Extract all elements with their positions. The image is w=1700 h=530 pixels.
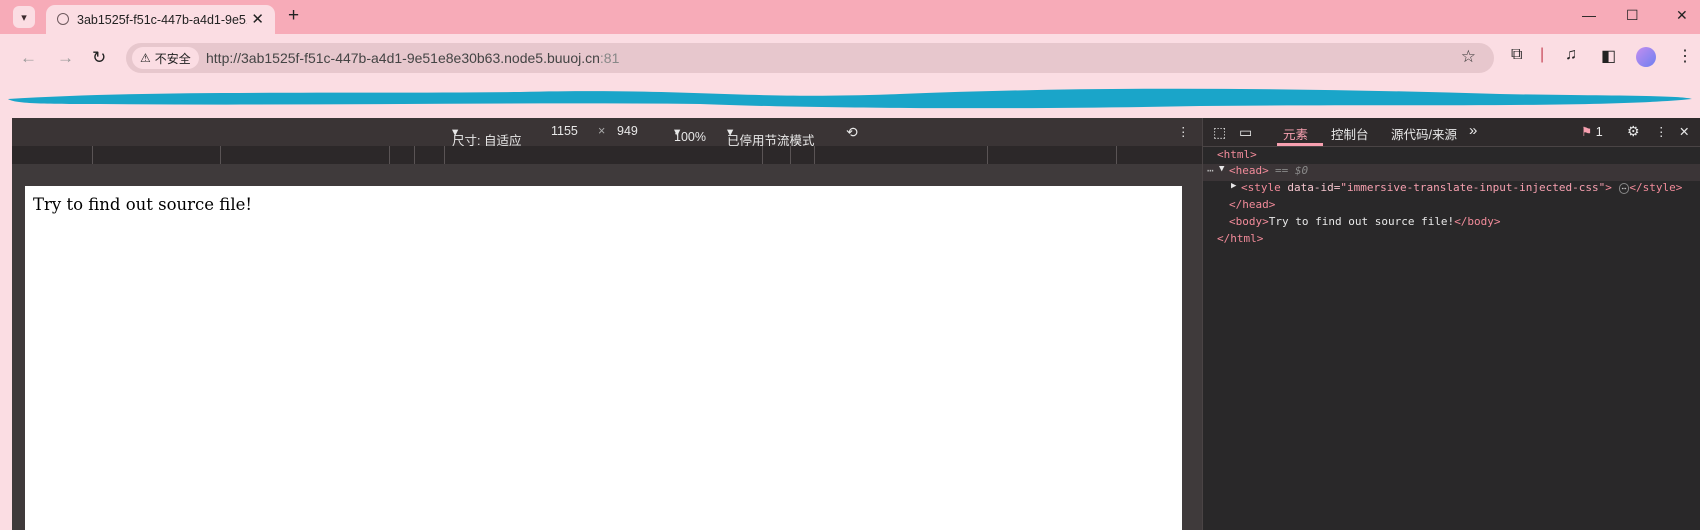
tab-strip: ▾ 3ab1525f-f51c-447b-a4d1-9e51e8e30b63.n… — [0, 0, 1700, 34]
profile-avatar[interactable] — [1636, 47, 1656, 67]
style-attr-name: data-id — [1287, 181, 1334, 194]
tab-title: 3ab1525f-f51c-447b-a4d1-9e51e8e30b63.nod… — [77, 13, 247, 27]
page-viewport: Try to find out source file! — [25, 186, 1182, 530]
expand-triangle-icon[interactable]: ▼ — [1219, 164, 1224, 174]
reload-icon[interactable]: ↻ — [92, 48, 106, 68]
divider: | — [1540, 46, 1545, 63]
active-tab-indicator — [1277, 143, 1323, 146]
selected-marker: == $0 — [1275, 164, 1309, 177]
dom-node-html-close[interactable]: </html> — [1203, 232, 1700, 249]
star-icon[interactable]: ☆ — [1461, 47, 1476, 67]
tab-list-icon[interactable]: ▾ — [13, 6, 35, 28]
url-text[interactable]: http://3ab1525f-f51c-447b-a4d1-9e51e8e30… — [206, 50, 619, 66]
minimize-icon[interactable]: — — [1582, 7, 1596, 23]
globe-icon — [57, 13, 69, 25]
height-input[interactable]: 949 — [617, 124, 638, 138]
rotate-icon[interactable]: ⟲ — [846, 124, 858, 141]
devtools-panel: ⬚ ▭ 元素 控制台 源代码/来源 » ⚑ 1 ⚙ ⋮ ✕ <html> ⋯ ▼… — [1202, 118, 1700, 530]
collapse-triangle-icon[interactable]: ▶ — [1231, 181, 1236, 191]
body-open-tag: <body> — [1229, 215, 1269, 228]
page-body-text: Try to find out source file! — [33, 195, 252, 214]
close-icon[interactable]: ✕ — [251, 10, 264, 28]
issues-count: 1 — [1595, 125, 1603, 139]
issues-icon[interactable]: ⚑ 1 — [1581, 124, 1603, 139]
settings-icon[interactable]: ⚙ — [1627, 123, 1640, 140]
head-open-tag: <head> — [1229, 164, 1269, 177]
tab-console[interactable]: 控制台 — [1331, 124, 1369, 143]
inspect-icon[interactable]: ⬚ — [1213, 124, 1226, 141]
more-tabs-icon[interactable]: » — [1469, 122, 1477, 139]
tab-sources[interactable]: 源代码/来源 — [1391, 124, 1457, 143]
url-main: http://3ab1525f-f51c-447b-a4d1-9e51e8e30… — [206, 50, 600, 66]
window-close-icon[interactable]: ✕ — [1676, 7, 1688, 24]
back-icon[interactable]: ← — [20, 48, 37, 68]
dimensions-dropdown[interactable]: 尺寸: 自适应 ▾ — [452, 124, 521, 148]
media-icon[interactable]: ♫ — [1565, 46, 1577, 64]
zoom-dropdown[interactable]: 100% ▾ — [674, 124, 706, 144]
dom-node-head-close[interactable]: </head> — [1203, 198, 1700, 215]
ellipsis-icon[interactable]: ⋯ — [1618, 183, 1630, 194]
address-bar[interactable]: ⚠ 不安全 http://3ab1525f-f51c-447b-a4d1-9e5… — [126, 43, 1494, 73]
dom-node-html[interactable]: <html> — [1203, 148, 1700, 165]
menu-icon[interactable]: ⋮ — [1677, 46, 1693, 66]
url-port: :81 — [599, 50, 620, 66]
throttle-dropdown[interactable]: 已停用节流模式 ▾ — [727, 124, 815, 148]
width-input[interactable]: 1155 — [551, 124, 578, 138]
security-chip[interactable]: ⚠ 不安全 — [132, 47, 199, 69]
tab-elements[interactable]: 元素 — [1283, 124, 1308, 143]
forward-icon[interactable]: → — [57, 48, 74, 68]
media-query-ruler — [12, 146, 1202, 164]
dom-node-body[interactable]: <body>Try to find out source file!</body… — [1203, 215, 1700, 232]
html-close-tag: </html> — [1217, 232, 1264, 245]
body-text-node: Try to find out source file! — [1268, 215, 1455, 228]
device-more-icon[interactable]: ⋮ — [1177, 124, 1190, 139]
browser-toolbar: ← → ↻ ⚠ 不安全 http://3ab1525f-f51c-447b-a4… — [0, 34, 1700, 84]
times-sign: × — [598, 124, 606, 138]
style-close-tag: </style> — [1629, 181, 1683, 194]
devtools-tabbar: ⬚ ▭ 元素 控制台 源代码/来源 » ⚑ 1 ⚙ ⋮ ✕ — [1203, 118, 1700, 147]
redaction-scribble — [8, 88, 1692, 109]
device-icon[interactable]: ▭ — [1239, 124, 1252, 141]
style-open-tag: <style — [1241, 181, 1281, 194]
devtools-menu-icon[interactable]: ⋮ — [1655, 124, 1668, 139]
maximize-icon[interactable]: ☐ — [1626, 7, 1639, 24]
dom-node-head-selected[interactable]: ⋯ ▼ <head> == $0 — [1203, 164, 1700, 181]
body-close-tag: </body> — [1454, 215, 1501, 228]
security-label: 不安全 — [154, 51, 191, 66]
sidepanel-icon[interactable]: ◧ — [1601, 46, 1616, 66]
extensions-icon[interactable]: ⧉ — [1511, 46, 1522, 64]
device-toolbar: 尺寸: 自适应 ▾ 1155 × 949 100% ▾ 已停用节流模式 ▾ ⟲ … — [12, 118, 1202, 148]
head-close-tag: </head> — [1229, 198, 1276, 211]
more-actions-icon[interactable]: ⋯ — [1207, 164, 1214, 177]
dom-node-style[interactable]: ▶ <style data-id="immersive-translate-in… — [1203, 181, 1700, 198]
html-open-tag: <html> — [1217, 148, 1257, 161]
devtools-close-icon[interactable]: ✕ — [1679, 124, 1689, 139]
style-attr-value: "immersive-translate-input-injected-css" — [1340, 181, 1606, 194]
viewport-gutter — [12, 164, 1202, 186]
warning-icon: ⚠ — [140, 51, 151, 65]
browser-tab[interactable]: 3ab1525f-f51c-447b-a4d1-9e51e8e30b63.nod… — [46, 5, 275, 34]
zoom-label: 100% — [674, 130, 706, 144]
plus-icon[interactable]: + — [288, 5, 299, 27]
